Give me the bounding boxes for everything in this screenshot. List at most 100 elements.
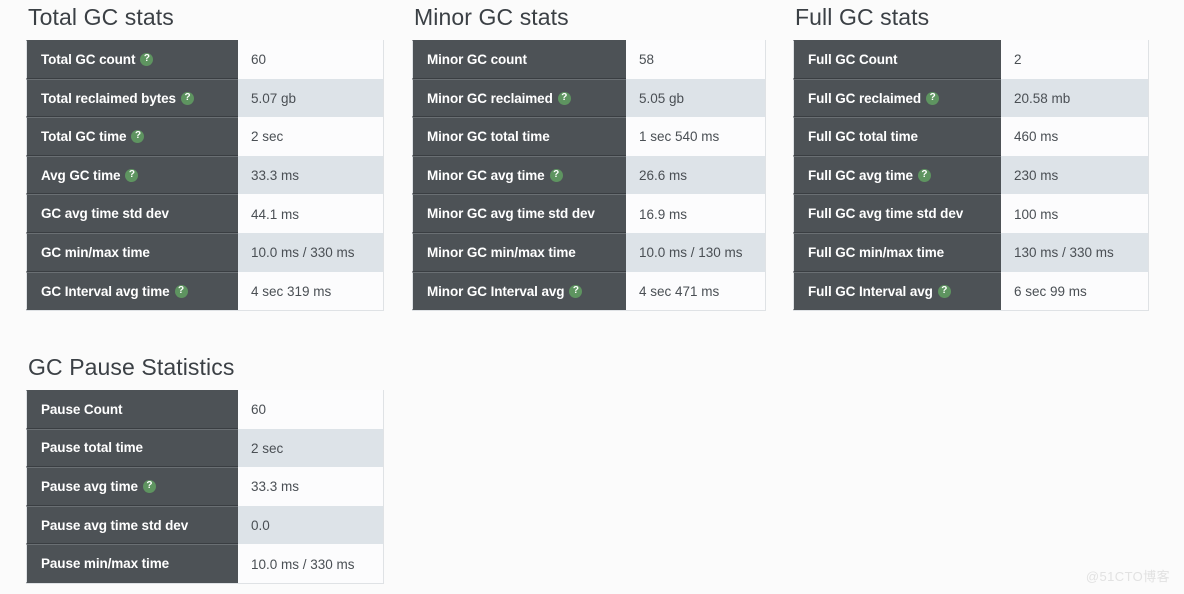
- table-body-gc-pause-statistics: Pause Count 60 Pause total time 2 sec Pause …: [26, 390, 383, 583]
- row-value: 60: [238, 390, 383, 429]
- row-value: 2 sec: [238, 428, 383, 468]
- row-value: 33.3 ms: [238, 467, 383, 506]
- row-label-text: Minor GC avg time: [427, 168, 545, 184]
- row-label: Minor GC Interval avg: [412, 271, 626, 311]
- table-row: Full GC Count 2: [793, 40, 1148, 79]
- row-label: GC min/max time: [26, 232, 238, 272]
- table-row: Avg GC time 33.3 ms: [26, 155, 383, 195]
- row-value: 460 ms: [1001, 117, 1148, 156]
- table-row: Full GC Interval avg 6 sec 99 ms: [793, 271, 1148, 311]
- help-icon[interactable]: [140, 52, 154, 67]
- row-value: 230 ms: [1001, 155, 1148, 195]
- table-row: Full GC min/max time 130 ms / 330 ms: [793, 232, 1148, 272]
- row-value: 44.1 ms: [238, 194, 383, 233]
- help-icon[interactable]: [549, 168, 563, 183]
- row-value: 6 sec 99 ms: [1001, 271, 1148, 311]
- row-label: Full GC Interval avg: [793, 271, 1001, 311]
- row-label: Minor GC total time: [412, 117, 626, 156]
- row-label-text: Full GC avg time: [808, 168, 913, 184]
- row-label-text: Minor GC reclaimed: [427, 90, 553, 106]
- row-label: Minor GC reclaimed: [412, 78, 626, 118]
- table-full-gc-stats: Full GC Count2Full GC reclaimed20.58 mbF…: [793, 40, 1149, 312]
- row-label: Pause avg time: [26, 467, 238, 506]
- row-label: Minor GC avg time: [412, 155, 626, 195]
- row-label: Minor GC min/max time: [412, 232, 626, 272]
- row-label-text: Minor GC total time: [427, 128, 550, 144]
- table-row: Full GC reclaimed 20.58 mb: [793, 78, 1148, 118]
- help-icon[interactable]: [142, 479, 156, 494]
- table-row: GC Interval avg time 4 sec 319 ms: [26, 271, 383, 311]
- row-label-text: Full GC Interval avg: [808, 283, 933, 299]
- row-label-text: Full GC total time: [808, 128, 918, 144]
- row-value: 0.0: [238, 505, 383, 545]
- table-row: GC avg time std dev 44.1 ms: [26, 194, 383, 233]
- row-label: Full GC reclaimed: [793, 78, 1001, 118]
- table-total-gc-stats: Total GC count 60 Total reclaimed bytes 5.0…: [26, 40, 384, 312]
- row-label: Pause Count: [26, 390, 238, 429]
- help-icon[interactable]: [174, 284, 188, 298]
- row-label-text: Minor GC min/max time: [427, 244, 576, 260]
- row-value: 16.9 ms: [626, 194, 765, 233]
- row-label-text: Pause avg time std dev: [41, 517, 189, 533]
- row-label: Full GC avg time std dev: [793, 194, 1001, 233]
- help-icon[interactable]: [557, 91, 571, 105]
- table-row: GC min/max time 10.0 ms / 330 ms: [26, 232, 383, 272]
- row-label-text: Full GC avg time std dev: [808, 206, 964, 222]
- panel-gc-pause-statistics: GC Pause Statistics Pause Count 60 Pause t…: [26, 354, 384, 584]
- row-value: 4 sec 319 ms: [238, 271, 383, 311]
- help-icon[interactable]: [125, 168, 139, 183]
- row-label-text: Pause Count: [41, 401, 123, 417]
- row-value: 10.0 ms / 330 ms: [238, 544, 383, 583]
- table-row: Pause avg time std dev 0.0: [26, 505, 383, 545]
- row-label: Total GC count: [26, 40, 238, 79]
- help-icon[interactable]: [569, 284, 583, 298]
- row-value: 10.0 ms / 330 ms: [238, 232, 383, 272]
- row-label: Avg GC time: [26, 155, 238, 195]
- table-row: Full GC avg time std dev 100 ms: [793, 194, 1148, 233]
- row-label: GC avg time std dev: [26, 194, 238, 233]
- row-value: 58: [626, 40, 765, 79]
- table-row: Minor GC Interval avg 4 sec 471 ms: [412, 271, 765, 311]
- table-row: Total GC time 2 sec: [26, 117, 383, 156]
- row-value: 26.6 ms: [626, 155, 765, 195]
- table-row: Minor GC avg time std dev 16.9 ms: [412, 194, 765, 233]
- row-label-text: Minor GC avg time std dev: [427, 206, 595, 222]
- row-value: 4 sec 471 ms: [626, 271, 765, 311]
- row-value: 10.0 ms / 130 ms: [626, 232, 765, 272]
- row-label-text: Total reclaimed bytes: [41, 90, 176, 106]
- row-label: Pause min/max time: [26, 544, 238, 583]
- row-value: 1 sec 540 ms: [626, 117, 765, 156]
- row-label-text: GC min/max time: [41, 244, 150, 260]
- row-label: Full GC total time: [793, 117, 1001, 156]
- help-icon[interactable]: [937, 284, 951, 298]
- help-icon[interactable]: [917, 168, 931, 183]
- row-label: Minor GC count: [412, 40, 626, 79]
- table-row: Total reclaimed bytes 5.07 gb: [26, 78, 383, 118]
- row-label-text: Pause avg time: [41, 479, 138, 495]
- table-body-total-gc-stats: Total GC count 60 Total reclaimed bytes 5.0…: [26, 40, 383, 311]
- table-row: Pause Count 60: [26, 390, 383, 429]
- table-body-full-gc-stats: Full GC Count2Full GC reclaimed20.58 mbF…: [793, 40, 1148, 311]
- panel-title-total-gc-stats: Total GC stats: [28, 4, 174, 30]
- row-label: Pause avg time std dev: [26, 505, 238, 545]
- row-label: Pause total time: [26, 428, 238, 468]
- table-row: Minor GC min/max time 10.0 ms / 130 ms: [412, 232, 765, 272]
- gc-stats-page: Total GC stats Total GC count60Total rec…: [0, 0, 1184, 594]
- help-icon[interactable]: [926, 91, 940, 105]
- row-label-text: Minor GC Interval avg: [427, 283, 565, 299]
- table-row: Minor GC count 58: [412, 40, 765, 79]
- row-label-text: Avg GC time: [41, 168, 121, 184]
- row-label-text: Pause total time: [41, 440, 143, 456]
- row-value: 2: [1001, 40, 1148, 79]
- table-row: Total GC count 60: [26, 40, 383, 79]
- help-icon[interactable]: [131, 129, 145, 144]
- panel-full-gc-stats: Full GC stats Full GC Count 2 Full GC recl…: [793, 4, 1149, 312]
- table-row: Full GC avg time 230 ms: [793, 155, 1148, 195]
- watermark: @51CTO博客: [1085, 569, 1170, 584]
- row-label-text: GC Interval avg time: [41, 283, 170, 299]
- help-icon[interactable]: [180, 91, 194, 105]
- row-label-text: GC avg time std dev: [41, 206, 169, 222]
- table-minor-gc-stats: Minor GC count 58 Minor GC reclaimed 5.05 g…: [412, 40, 766, 312]
- panel-title-gc-pause-statistics: GC Pause Statistics: [28, 354, 235, 380]
- row-value: 130 ms / 330 ms: [1001, 232, 1148, 272]
